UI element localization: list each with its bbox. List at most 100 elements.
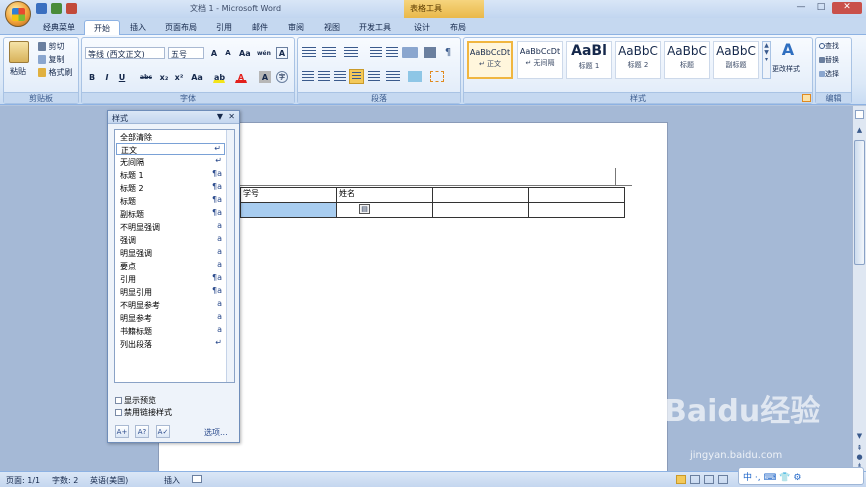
new-style-button[interactable]: A+ [115,425,129,438]
clear-format-button[interactable]: Aa [238,47,251,59]
table-cell[interactable]: 学号 [240,187,337,203]
status-language[interactable]: 英语(美国) [90,475,128,486]
style-item-no-spacing[interactable]: 无间隔 ↵ [116,156,225,168]
cut-button[interactable]: 剪切 [38,41,65,52]
style-heading-2[interactable]: AaBbC 标题 2 [615,41,661,79]
phonetic-guide-button[interactable]: wén [256,47,271,59]
underline-button[interactable]: U [116,71,128,83]
table-cell[interactable] [432,187,529,203]
disable-linked-checkbox[interactable]: 禁用链接样式 [115,407,172,418]
prev-page-icon[interactable]: ⇞ [855,444,864,452]
style-item-normal[interactable]: 正文 ↵ [116,143,225,155]
styles-dialog-launcher[interactable] [802,94,811,102]
justify-button[interactable] [349,69,364,84]
tab-page-layout[interactable]: 页面布局 [158,20,204,35]
table-cell[interactable] [240,202,337,218]
tab-mailings[interactable]: 邮件 [244,20,276,35]
scroll-thumb[interactable] [854,140,865,265]
status-page[interactable]: 页面: 1/1 [6,475,40,486]
pane-menu-icon[interactable]: ▼ [217,112,223,121]
enclose-char-button[interactable]: 字 [276,71,288,83]
web-layout-view-icon[interactable] [704,475,714,484]
show-marks-icon[interactable]: ¶ [442,47,454,58]
borders-icon[interactable] [430,71,444,82]
browse-object-icon[interactable]: ● [855,453,864,461]
align-center-icon[interactable] [318,71,330,82]
status-words[interactable]: 字数: 2 [52,475,78,486]
style-item-strong[interactable]: 要点 a [116,260,225,272]
style-item-heading-2[interactable]: 标题 2 ¶a [116,182,225,194]
tab-developer[interactable]: 开发工具 [352,20,398,35]
style-title[interactable]: AaBbC 标题 [664,41,710,79]
style-item-list-paragraph[interactable]: 列出段落 ↵ [116,338,225,350]
subscript-button[interactable]: x₂ [158,71,170,83]
style-item-book-title[interactable]: 书籍标题 a [116,325,225,337]
superscript-button[interactable]: x² [173,71,185,83]
options-link[interactable]: 选项... [204,427,228,438]
close-button[interactable]: ✕ [832,2,862,14]
vertical-scrollbar[interactable]: ▲ ▼ ⇞ ● ⇟ [852,106,866,471]
shrink-font-button[interactable]: A [222,47,234,59]
italic-button[interactable]: I [101,71,113,83]
styles-list-scrollbar[interactable] [226,130,234,382]
table-cell[interactable] [432,202,529,218]
bullets-icon[interactable] [302,47,316,58]
chinese-layout-icon[interactable] [402,47,418,58]
style-item-intense-reference[interactable]: 明显参考 a [116,312,225,324]
gallery-scroll[interactable]: ▲ ▼ ▾ [762,41,771,79]
change-case-button[interactable]: Aa [189,71,205,83]
style-item-subtitle[interactable]: 副标题 ¶a [116,208,225,220]
table-cell[interactable] [336,202,433,218]
style-item-intense-quote[interactable]: 明显引用 ¶a [116,286,225,298]
style-item-quote[interactable]: 引用 ¶a [116,273,225,285]
style-item-clear-all[interactable]: 全部清除 [116,131,225,143]
style-item-emphasis[interactable]: 强调 a [116,234,225,246]
tab-view[interactable]: 视图 [316,20,348,35]
document-table[interactable]: 学号 姓名 [240,187,625,218]
paste-icon[interactable] [9,41,29,63]
macro-record-icon[interactable] [192,475,202,483]
align-left-icon[interactable] [302,71,314,82]
tab-references[interactable]: 引用 [208,20,240,35]
office-button[interactable] [5,1,31,27]
outline-view-icon[interactable] [718,475,728,484]
font-name-field[interactable]: 等线 (西文正文) [85,47,165,59]
table-cell[interactable]: 姓名 [336,187,433,203]
highlight-button[interactable]: ab [213,71,225,83]
align-right-icon[interactable] [334,71,346,82]
tab-layout[interactable]: 布局 [442,20,474,35]
tab-review[interactable]: 审阅 [280,20,312,35]
replace-button[interactable]: 替换 [819,55,839,65]
status-insert-mode[interactable]: 插入 [164,475,180,486]
minimize-button[interactable]: — [792,2,810,14]
find-button[interactable]: 查找 [819,41,839,51]
save-icon[interactable] [36,3,47,14]
tab-insert[interactable]: 插入 [122,20,154,35]
paste-options-icon[interactable]: ▤ [359,204,370,214]
print-layout-view-icon[interactable] [676,475,686,484]
redo-icon[interactable] [66,3,77,14]
bold-button[interactable]: B [86,71,98,83]
full-screen-view-icon[interactable] [690,475,700,484]
style-inspector-button[interactable]: A? [135,425,149,438]
grow-font-button[interactable]: A [208,47,220,59]
tab-home[interactable]: 开始 [84,20,120,35]
style-subtitle[interactable]: AaBbC 副标题 [713,41,759,79]
change-styles-icon[interactable]: A [777,40,799,60]
change-styles-button[interactable]: 更改样式 [772,64,800,74]
style-item-heading-1[interactable]: 标题 1 ¶a [116,169,225,181]
scroll-up-icon[interactable]: ▲ [855,126,864,136]
decrease-indent-icon[interactable] [370,47,382,58]
table-cell[interactable] [528,202,625,218]
ime-toolbar[interactable]: 中 ·, ⌨ 👕 ⚙ [738,467,864,485]
format-painter-button[interactable]: 格式刷 [38,67,73,78]
maximize-button[interactable]: □ [812,2,830,14]
font-size-field[interactable]: 五号 [168,47,204,59]
paste-button[interactable]: 粘贴 [10,66,26,77]
style-item-intense-emphasis[interactable]: 明显强调 a [116,247,225,259]
pane-close-icon[interactable]: ✕ [228,112,235,121]
style-item-subtle-reference[interactable]: 不明显参考 a [116,299,225,311]
numbering-icon[interactable] [322,47,336,58]
tab-classic-menu[interactable]: 经典菜单 [38,20,80,35]
select-button[interactable]: 选择 [819,69,839,79]
